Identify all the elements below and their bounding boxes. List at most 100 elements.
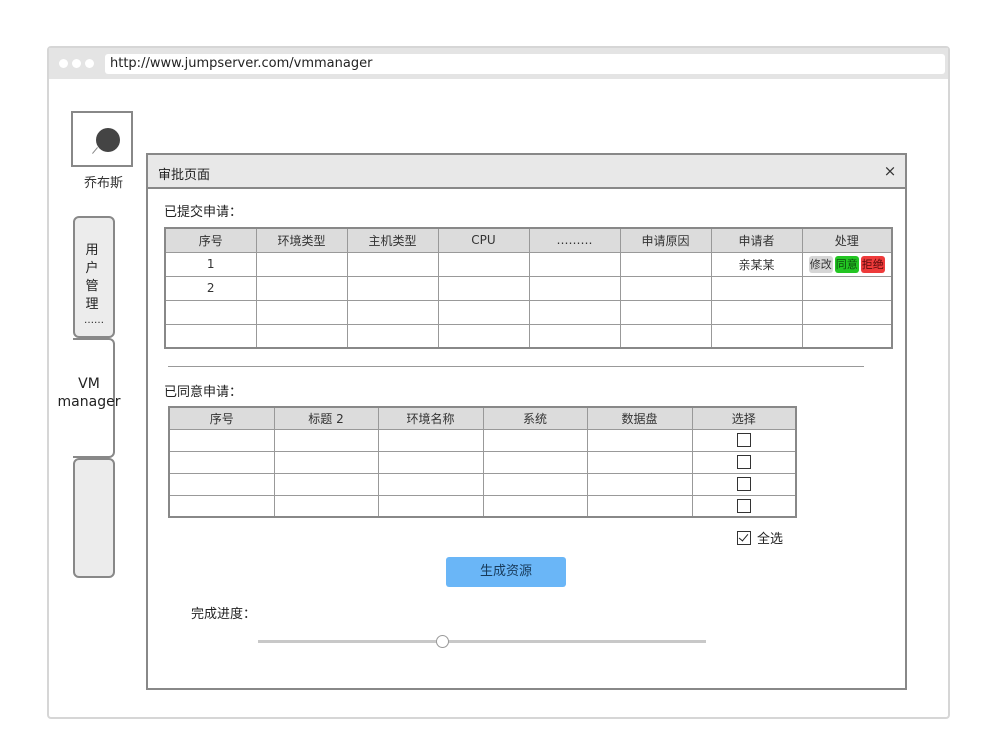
table-cell (528, 299, 621, 325)
tab-char: 用 (85, 243, 99, 258)
select-cell (691, 472, 797, 496)
browser-toolbar: http://www.jumpserver.com/vmmanager (49, 48, 948, 79)
table-cell (586, 472, 693, 496)
tab-char: 户 (85, 261, 99, 276)
row-checkbox[interactable] (736, 499, 751, 513)
table-row: 2 (164, 275, 893, 301)
table-cell (437, 251, 530, 277)
table-cell (619, 323, 712, 349)
table-cell (255, 299, 348, 325)
column-header: 数据盘 (586, 406, 693, 430)
column-header: 申请者 (710, 227, 803, 253)
row-checkbox[interactable] (736, 433, 751, 448)
table-header-row: 序号 环境类型 主机类型 CPU……… 申请原因 申请者 处理 (164, 227, 893, 253)
address-bar[interactable]: http://www.jumpserver.com/vmmanager (105, 54, 945, 74)
agree-button[interactable]: 同意 (834, 255, 859, 273)
tab-char: 理 (85, 297, 99, 312)
table-cell (346, 251, 439, 277)
user-name: 乔布斯 (84, 176, 124, 191)
column-header: 系统 (482, 406, 588, 430)
column-header: 申请原因 (619, 227, 712, 253)
table-cell (273, 472, 379, 496)
select-all-checkbox[interactable]: 全选 (737, 528, 783, 547)
table-cell (255, 251, 348, 277)
avatar[interactable] (71, 111, 133, 167)
table-cell (377, 428, 484, 452)
table-cell (482, 472, 588, 496)
table-row (168, 428, 797, 452)
table-cell (437, 323, 530, 349)
table-cell (710, 323, 803, 349)
action-cell: 修改 同意 拒绝 (801, 251, 893, 277)
table-cell (255, 275, 348, 301)
table-cell (168, 428, 275, 452)
table-cell (528, 275, 621, 301)
table-row (164, 323, 893, 349)
close-icon[interactable]: × (881, 161, 899, 181)
table-cell (377, 472, 484, 496)
tab-user-management[interactable]: 用 户 管 理 …… (73, 216, 115, 338)
table-cell (482, 428, 588, 452)
tab-user-management-label: 用 户 管 理 …… (84, 242, 104, 328)
slider-handle[interactable] (435, 635, 449, 648)
select-cell (691, 450, 797, 474)
approval-dialog: 审批页面 × 已提交申请： 序号 环境类型 主机类型 CPU……… 申请原因 申请者 处理 … (146, 153, 907, 690)
table-cell (801, 323, 893, 349)
tab-vm-manager-label: VM manager (57, 375, 121, 411)
column-header: 环境类型 (255, 227, 348, 253)
generate-resources-button[interactable]: 生成资源 (446, 557, 566, 587)
tab-char: 管 (85, 279, 99, 294)
table-cell (619, 275, 712, 301)
table-cell (710, 275, 803, 301)
table-cell (273, 428, 379, 452)
column-header: 序号 (164, 227, 257, 253)
table-cell (586, 494, 693, 518)
column-header: ……… (528, 227, 621, 253)
column-header: 处理 (801, 227, 893, 253)
table-cell (801, 275, 893, 301)
table-cell (482, 494, 588, 518)
dialog-header: 审批页面 × (148, 155, 905, 189)
table-cell (255, 323, 348, 349)
select-cell (691, 428, 797, 452)
table-cell (273, 450, 379, 474)
column-header: 标题 2 (273, 406, 379, 430)
edit-button[interactable]: 修改 (808, 255, 833, 273)
row-checkbox[interactable] (736, 477, 751, 492)
table-cell (437, 275, 530, 301)
submitted-section-label: 已提交申请： (164, 205, 243, 220)
column-header: 序号 (168, 406, 275, 430)
submitted-table: 序号 环境类型 主机类型 CPU……… 申请原因 申请者 处理 1 亲某某 修改 同意 拒绝 2 (164, 227, 893, 349)
table-cell (164, 323, 257, 349)
select-cell (691, 494, 797, 518)
table-cell (482, 450, 588, 474)
table-cell (710, 299, 803, 325)
column-header: CPU (437, 227, 530, 253)
window-dot-icon (72, 59, 81, 68)
tab-vm-manager[interactable]: VM manager (58, 338, 120, 458)
tab-empty[interactable] (73, 458, 115, 578)
avatar-stick-icon (92, 147, 98, 154)
tab-char: …… (84, 315, 104, 326)
table-cell (168, 472, 275, 496)
table-cell (619, 251, 712, 277)
table-cell (377, 494, 484, 518)
table-cell (346, 299, 439, 325)
avatar-head-icon (96, 128, 120, 152)
checkbox-checked-icon[interactable] (737, 530, 751, 545)
table-row (168, 450, 797, 474)
table-cell: 2 (164, 275, 257, 301)
table-cell (346, 323, 439, 349)
progress-slider[interactable] (258, 635, 706, 648)
row-checkbox[interactable] (736, 455, 751, 470)
table-cell (586, 428, 693, 452)
progress-label: 完成进度： (191, 607, 257, 622)
select-all-label: 全选 (757, 532, 784, 547)
table-cell (164, 299, 257, 325)
table-row (168, 494, 797, 518)
reject-button[interactable]: 拒绝 (860, 255, 885, 273)
table-row (164, 299, 893, 325)
table-cell (619, 299, 712, 325)
table-cell (168, 450, 275, 474)
table-cell (168, 494, 275, 518)
